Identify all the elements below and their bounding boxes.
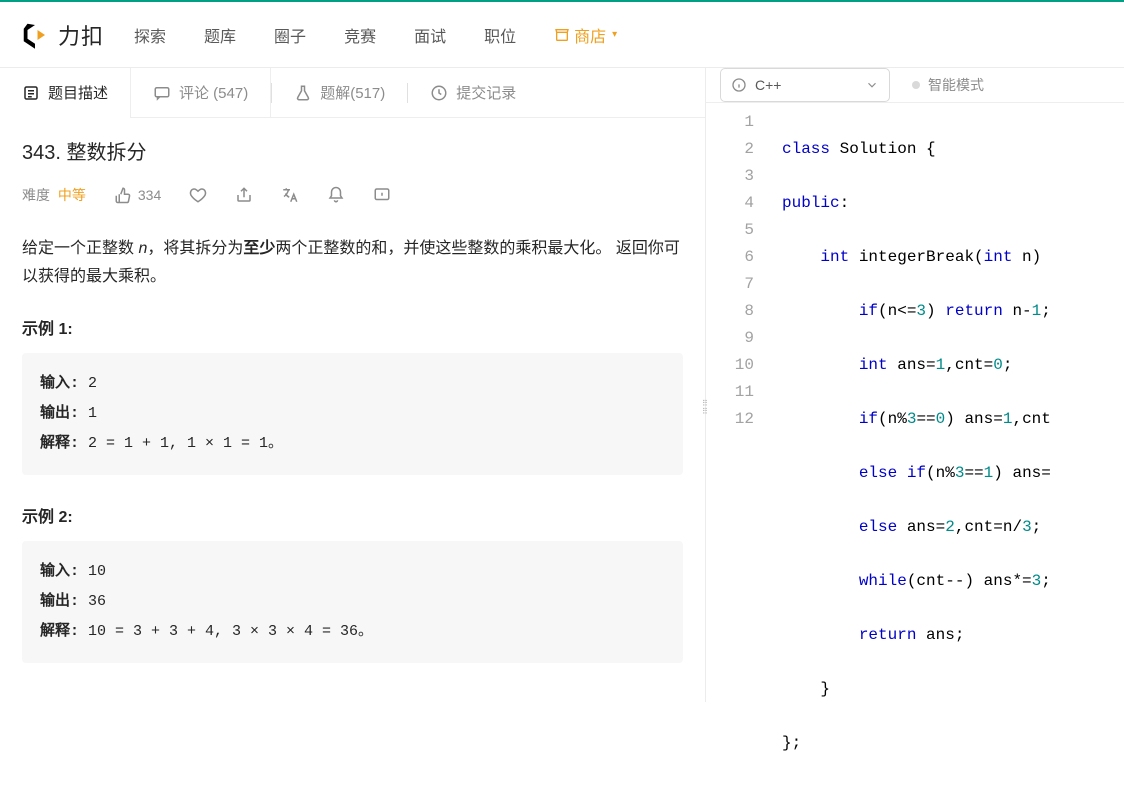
tab-comments[interactable]: 评论 (547): [130, 68, 271, 118]
shop-icon: [554, 27, 570, 43]
feedback-icon[interactable]: [373, 186, 391, 204]
tab-submissions-label: 提交记录: [456, 82, 516, 103]
chevron-down-icon: [865, 78, 879, 92]
editor-pane: C++ 智能模式 123456789101112 class Solution …: [706, 68, 1124, 702]
likes-count: 334: [138, 187, 161, 203]
difficulty: 难度 中等: [22, 185, 86, 205]
example-1: 输入: 2 输出: 1 解释: 2 = 1 + 1, 1 × 1 = 1。: [22, 353, 683, 475]
caret-down-icon: ▾: [612, 29, 617, 40]
left-pane: 题目描述 评论 (547) 题解(517) 提交记录 343. 整数拆分 难度: [0, 68, 706, 702]
mode-indicator-icon: [912, 81, 920, 89]
nav-contest[interactable]: 竞赛: [344, 23, 376, 47]
flask-icon: [294, 84, 312, 102]
nav-problemset[interactable]: 题库: [204, 23, 236, 47]
description-icon: [22, 84, 40, 102]
brand-name: 力扣: [58, 19, 104, 51]
info-icon: [731, 77, 747, 93]
editor-mode[interactable]: 智能模式: [912, 75, 984, 95]
translate-icon[interactable]: [281, 186, 299, 204]
example-2-title: 示例 2:: [22, 503, 683, 527]
problem-description: 给定一个正整数 n，将其拆分为至少两个正整数的和，并使这些整数的乘积最大化。 返…: [22, 235, 683, 291]
tab-description-label: 题目描述: [48, 82, 108, 103]
nav-explore[interactable]: 探索: [134, 23, 166, 47]
thumbs-up-icon: [114, 186, 132, 204]
bell-icon[interactable]: [327, 186, 345, 204]
tab-submissions[interactable]: 提交记录: [408, 68, 538, 118]
problem-body: 343. 整数拆分 难度 中等 334 给定一个正整数 n，将其拆分为至少两个正…: [0, 118, 705, 702]
nav-interview[interactable]: 面试: [414, 23, 446, 47]
line-gutter: 123456789101112: [706, 103, 770, 811]
nav-discuss[interactable]: 圈子: [274, 23, 306, 47]
problem-meta: 难度 中等 334: [22, 185, 683, 205]
tab-comments-label: 评论 (547): [179, 82, 248, 103]
share-icon[interactable]: [235, 186, 253, 204]
likes[interactable]: 334: [114, 186, 161, 204]
nav-jobs[interactable]: 职位: [484, 23, 516, 47]
tab-solutions-label: 题解(517): [320, 82, 385, 103]
problem-title: 343. 整数拆分: [22, 136, 683, 165]
shop-label: 商店: [574, 23, 606, 47]
example-2: 输入: 10 输出: 36 解释: 10 = 3 + 3 + 4, 3 × 3 …: [22, 541, 683, 663]
logo-icon: [20, 20, 50, 50]
logo[interactable]: 力扣: [20, 19, 104, 51]
workspace: 题目描述 评论 (547) 题解(517) 提交记录 343. 整数拆分 难度: [0, 68, 1124, 702]
tab-solutions[interactable]: 题解(517): [272, 68, 407, 118]
comments-icon: [153, 84, 171, 102]
history-icon: [430, 84, 448, 102]
pane-resize-handle[interactable]: ⠿⠿: [702, 400, 709, 416]
editor-toolbar: C++ 智能模式: [706, 68, 1124, 103]
code-editor[interactable]: 123456789101112 class Solution { public:…: [706, 103, 1124, 811]
language-select[interactable]: C++: [720, 68, 890, 102]
problem-tabs: 题目描述 评论 (547) 题解(517) 提交记录: [0, 68, 705, 118]
example-1-title: 示例 1:: [22, 315, 683, 339]
language-label: C++: [755, 77, 781, 93]
mode-label: 智能模式: [928, 75, 984, 95]
heart-icon[interactable]: [189, 186, 207, 204]
code-area[interactable]: class Solution { public: int integerBrea…: [770, 103, 1124, 811]
top-nav: 力扣 探索 题库 圈子 竞赛 面试 职位 商店 ▾: [0, 2, 1124, 68]
tab-description[interactable]: 题目描述: [0, 68, 130, 118]
nav-shop[interactable]: 商店 ▾: [554, 23, 617, 47]
